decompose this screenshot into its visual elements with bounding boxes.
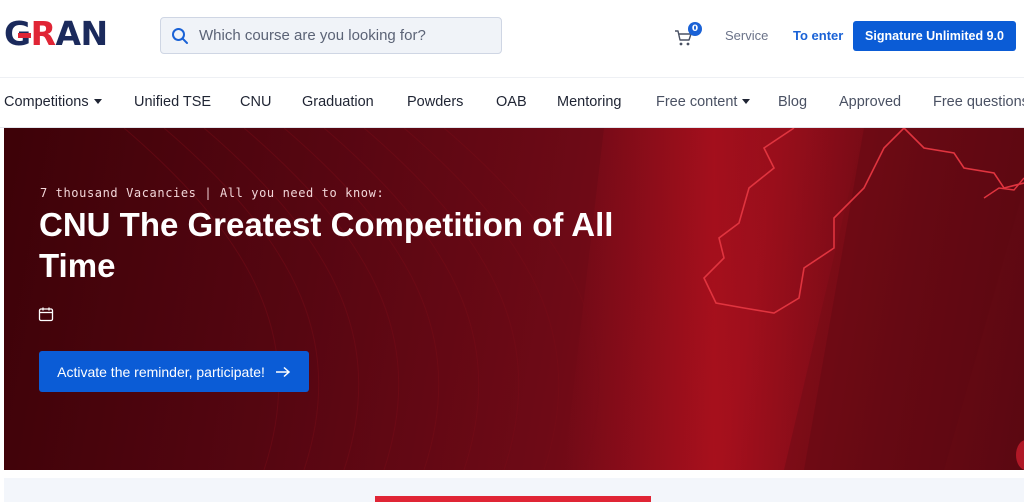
nav-item-approved[interactable]: Approved bbox=[839, 94, 901, 110]
search-input[interactable] bbox=[199, 27, 489, 44]
logo-letters-an: AN bbox=[55, 14, 109, 53]
activate-reminder-button[interactable]: Activate the reminder, participate! bbox=[39, 351, 309, 392]
gran-logo[interactable]: GRAN bbox=[4, 14, 108, 54]
nav-item-competitions[interactable]: Competitions bbox=[4, 94, 102, 110]
logo-letter-g: G bbox=[4, 14, 31, 53]
cart-count-badge: 0 bbox=[688, 22, 702, 36]
logo-letter-r: R bbox=[30, 14, 56, 53]
main-nav: Competitions Unified TSE CNU Graduation … bbox=[0, 77, 1024, 128]
nav-item-oab[interactable]: OAB bbox=[496, 94, 527, 110]
nav-item-blog[interactable]: Blog bbox=[778, 94, 807, 110]
hero-kicker: 7 thousand Vacancies | All you need to k… bbox=[40, 186, 385, 200]
nav-item-unified-tse[interactable]: Unified TSE bbox=[134, 94, 211, 110]
calendar-icon bbox=[38, 307, 54, 322]
nav-item-free-questions[interactable]: Free questions bbox=[933, 94, 1024, 110]
cart-button[interactable]: 0 bbox=[672, 22, 702, 48]
nav-item-cnu[interactable]: CNU bbox=[240, 94, 271, 110]
course-search[interactable] bbox=[160, 17, 502, 54]
nav-item-graduation[interactable]: Graduation bbox=[302, 94, 374, 110]
hero-banner: 7 thousand Vacancies | All you need to k… bbox=[4, 128, 1024, 470]
search-icon[interactable] bbox=[161, 18, 199, 53]
nav-item-mentoring[interactable]: Mentoring bbox=[557, 94, 621, 110]
caret-down-icon bbox=[93, 99, 102, 104]
nav-item-label: Competitions bbox=[4, 94, 89, 110]
cta-label: Activate the reminder, participate! bbox=[57, 363, 265, 380]
nav-item-powders[interactable]: Powders bbox=[407, 94, 463, 110]
section-accent-bar bbox=[375, 496, 651, 502]
signature-button[interactable]: Signature Unlimited 9.0 bbox=[853, 21, 1016, 51]
nav-item-free-content[interactable]: Free content bbox=[656, 94, 751, 110]
site-header: GRAN 0 Service To enter Signature Unlimi… bbox=[0, 0, 1024, 76]
arrow-right-icon bbox=[275, 366, 291, 377]
service-link[interactable]: Service bbox=[725, 28, 768, 43]
nav-item-label: Free content bbox=[656, 94, 738, 110]
login-link[interactable]: To enter bbox=[793, 28, 843, 43]
hero-background-pattern bbox=[123, 128, 1024, 470]
caret-down-icon bbox=[742, 99, 751, 104]
hero-title: CNU The Greatest Competition of All Time bbox=[39, 206, 614, 284]
